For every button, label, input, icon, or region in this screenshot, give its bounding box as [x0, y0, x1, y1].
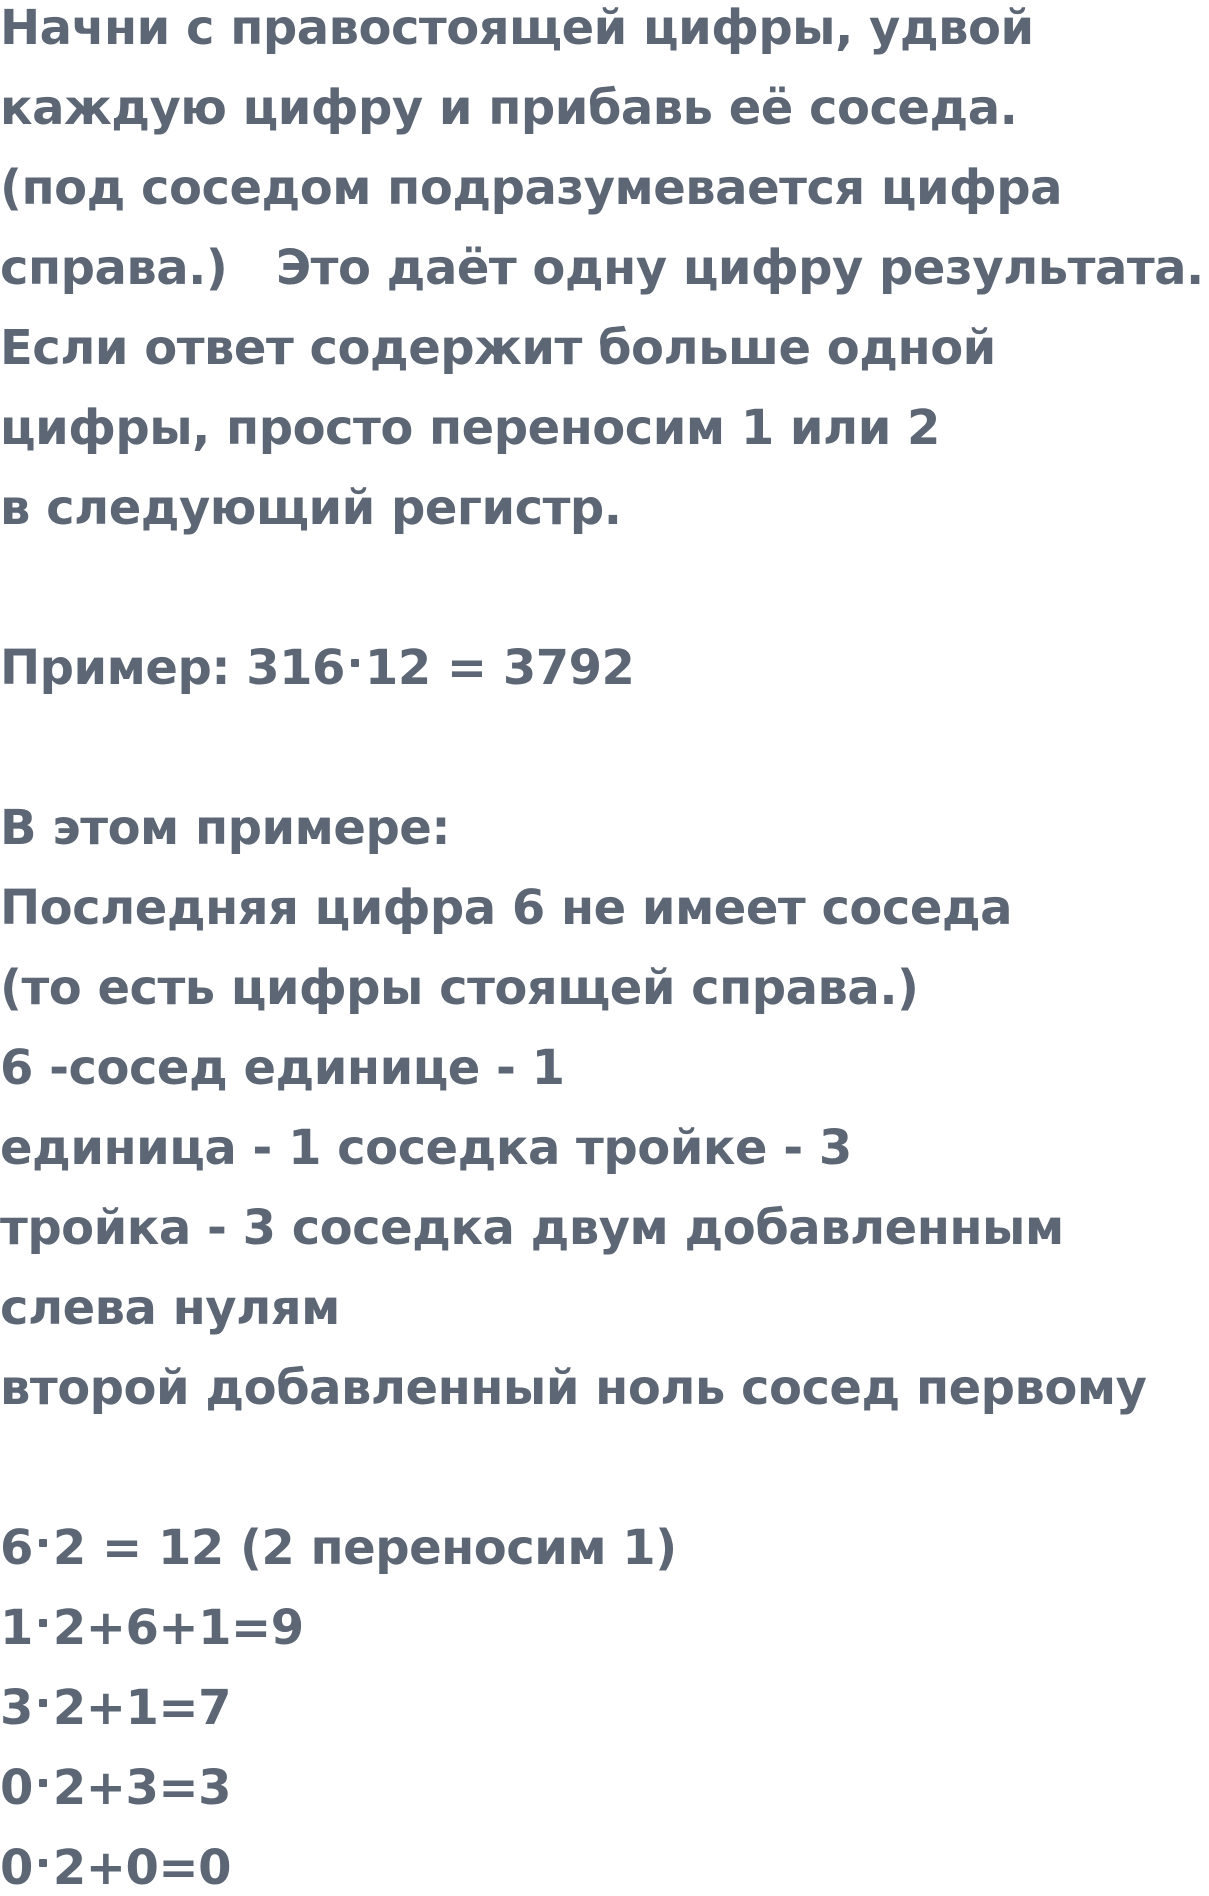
example-label: Пример: — [0, 640, 247, 696]
explanation-heading: В этом примере: — [0, 800, 451, 856]
intro-line-7: в следующий регистр. — [0, 480, 622, 536]
explanation-line-7: второй добавленный ноль сосед первому — [0, 1360, 1147, 1416]
explanation-line-5: тройка - 3 соседка двум добавленным — [0, 1200, 1064, 1256]
step-left: 1 — [0, 1600, 33, 1656]
multiplication-dot-icon — [38, 1859, 47, 1868]
multiplication-dot-icon — [38, 1619, 47, 1628]
example-operand-b: 12 = 3792 — [364, 640, 635, 696]
step-line-2: 1 2+6+1=9 — [0, 1600, 304, 1656]
example-operand-a: 316 — [246, 640, 345, 696]
explanation-line-6: слева нулям — [0, 1280, 340, 1336]
step-left: 0 — [0, 1840, 33, 1896]
example-line: Пример: 316 12 = 3792 — [0, 640, 635, 696]
multiplication-dot-icon — [38, 1539, 47, 1548]
explanation-line-4: единица - 1 соседка тройке - 3 — [0, 1120, 852, 1176]
step-right: 2+6+1=9 — [52, 1600, 304, 1656]
step-right: 2+1=7 — [52, 1680, 232, 1736]
step-left: 0 — [0, 1760, 33, 1816]
step-line-5: 0 2+0=0 — [0, 1840, 232, 1896]
document: Начни с правостоящей цифры, удвой каждую… — [0, 0, 1209, 1896]
multiplication-dot-icon — [38, 1779, 47, 1788]
step-line-1: 6 2 = 12 (2 переносим 1) — [0, 1520, 677, 1576]
explanation-line-1: Последняя цифра 6 не имеет соседа — [0, 880, 1013, 936]
step-right: 2+0=0 — [52, 1840, 232, 1896]
step-left: 3 — [0, 1680, 33, 1736]
step-line-3: 3 2+1=7 — [0, 1680, 232, 1736]
intro-line-3: (под соседом подразумевается цифра — [0, 160, 1063, 216]
explanation-line-2: (то есть цифры стоящей справа.) — [0, 960, 919, 1016]
step-right: 2 = 12 (2 переносим 1) — [52, 1520, 677, 1576]
intro-line-1: Начни с правостоящей цифры, удвой — [0, 0, 1034, 56]
step-right: 2+3=3 — [52, 1760, 232, 1816]
explanation-line-3: 6 -сосед единице - 1 — [0, 1040, 565, 1096]
intro-line-6: цифры, просто переносим 1 или 2 — [0, 400, 940, 456]
multiplication-dot-icon — [38, 1699, 47, 1708]
intro-line-5: Если ответ содержит больше одной — [0, 320, 996, 376]
step-left: 6 — [0, 1520, 33, 1576]
multiplication-dot-icon — [350, 659, 359, 668]
step-line-4: 0 2+3=3 — [0, 1760, 232, 1816]
intro-line-2: каждую цифру и прибавь её соседа. — [0, 80, 1018, 136]
intro-line-4: справа.) Это даёт одну цифру результата. — [0, 240, 1204, 296]
